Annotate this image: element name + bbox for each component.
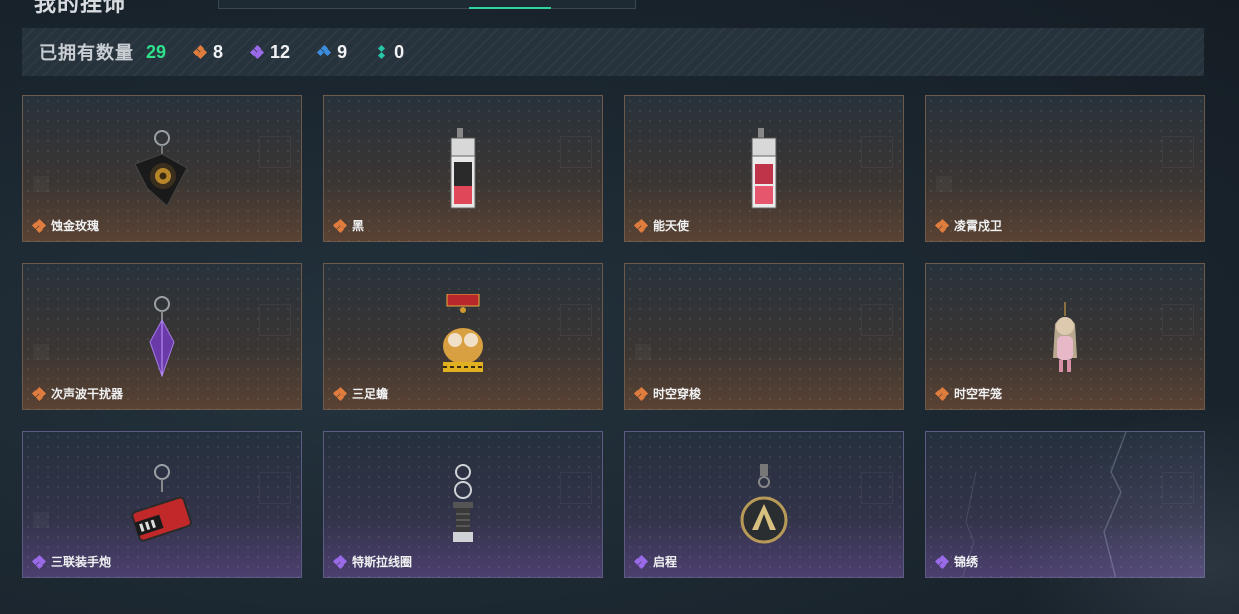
charm-card[interactable]: 三足蟾	[323, 263, 603, 410]
blue-count: 9	[337, 41, 348, 62]
coil-charm-icon	[453, 464, 473, 542]
charm-grid: 蚀金玫瑰 黑 能天使 凌霄戍卫 次声波干扰器 三足蟾 时空穿梭 时空牢笼 三联装…	[22, 95, 1205, 578]
orange-rarity-icon	[31, 218, 47, 233]
tab-bar[interactable]	[218, 0, 636, 9]
purple-gem-icon	[250, 44, 265, 60]
orange-rarity-icon	[31, 386, 47, 401]
charm-card[interactable]: 启程	[624, 431, 904, 578]
medal-charm-icon	[740, 464, 788, 544]
charm-card[interactable]: 锦绣	[925, 431, 1205, 578]
charm-card[interactable]: 黑	[323, 95, 603, 242]
charm-name: 能天使	[653, 219, 690, 233]
orange-rarity-icon	[332, 218, 348, 233]
purple-rarity-icon	[633, 554, 649, 569]
charm-card[interactable]: 时空穿梭	[624, 263, 904, 410]
charm-name: 三足蟾	[352, 387, 389, 401]
charm-name: 时空穿梭	[653, 387, 702, 401]
orange-rarity-icon	[934, 386, 950, 401]
orange-rarity-icon	[332, 386, 348, 401]
purple-rarity-icon	[934, 554, 950, 569]
charm-name: 蚀金玫瑰	[51, 219, 100, 233]
charm-card[interactable]: 凌霄戍卫	[925, 95, 1205, 242]
owned-summary-bar: 已拥有数量 29 8 12 9 0	[22, 28, 1204, 76]
charm-name: 特斯拉线圈	[352, 555, 413, 569]
blue-gem-icon	[317, 44, 332, 58]
purple-count: 12	[270, 41, 291, 62]
crystal-charm-icon	[149, 296, 175, 378]
charm-name: 时空牢笼	[954, 387, 1003, 401]
card-charm-icon	[751, 128, 777, 209]
purple-rarity-icon	[332, 554, 348, 569]
owned-count-label: 已拥有数量	[39, 43, 134, 63]
charm-card[interactable]: 时空牢笼	[925, 263, 1205, 410]
charm-card[interactable]: 三联装手炮	[22, 431, 302, 578]
orange-rarity-icon	[633, 218, 649, 233]
rose-charm-icon	[134, 130, 188, 207]
toad-charm-icon	[443, 294, 483, 372]
charm-name: 三联装手炮	[51, 555, 112, 569]
blue-rarity-counter: 9	[317, 41, 348, 63]
page-title: 我的挂饰	[34, 0, 127, 16]
charm-name: 次声波干扰器	[51, 387, 124, 401]
card-charm-icon	[450, 128, 476, 209]
purple-rarity-counter: 12	[250, 41, 291, 63]
charm-name: 黑	[352, 219, 365, 233]
owned-total-count: 29	[146, 41, 167, 62]
orange-rarity-icon	[633, 386, 649, 401]
teal-gem-icon	[375, 44, 387, 60]
orange-count: 8	[213, 41, 224, 62]
charm-name: 启程	[653, 555, 678, 569]
cannon-charm-icon	[131, 464, 192, 542]
charm-card[interactable]: 次声波干扰器	[22, 263, 302, 410]
orange-gem-icon	[192, 44, 208, 60]
charm-name: 锦绣	[954, 555, 979, 569]
orange-rarity-counter: 8	[192, 41, 224, 63]
active-tab-indicator	[469, 7, 551, 9]
purple-rarity-icon	[31, 554, 47, 569]
charm-card[interactable]: 能天使	[624, 95, 904, 242]
orange-rarity-icon	[934, 218, 950, 233]
charm-card[interactable]: 特斯拉线圈	[323, 431, 603, 578]
charm-card[interactable]: 蚀金玫瑰	[22, 95, 302, 242]
charm-name: 凌霄戍卫	[954, 219, 1003, 233]
teal-rarity-counter: 0	[375, 42, 404, 63]
teal-count: 0	[394, 41, 405, 62]
doll-charm-icon	[1053, 302, 1077, 372]
